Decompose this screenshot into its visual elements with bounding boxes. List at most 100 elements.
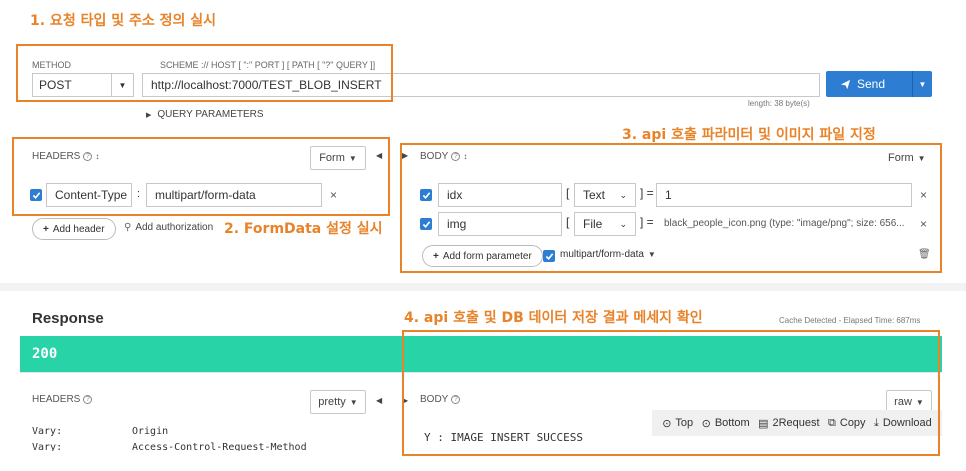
send-button[interactable]: Send ▼ (826, 71, 932, 97)
copy-icon: ⧉ (828, 416, 836, 429)
pretty-label: pretty (318, 396, 346, 408)
colon-separator: : (137, 188, 141, 200)
clipboard-icon: ▤ (758, 417, 769, 430)
collapse-right-icon[interactable]: ▶ (402, 151, 408, 160)
bracket-open: [ (566, 215, 570, 229)
send-options-chevron-icon[interactable]: ▼ (912, 71, 932, 97)
bracket-open: [ (566, 186, 570, 200)
body-row-checkbox[interactable] (420, 189, 432, 201)
header-name-input[interactable]: Content-Type (46, 183, 132, 207)
annotation-1: 1. 요청 타입 및 주소 정의 실시 (30, 13, 216, 29)
method-value: POST (39, 78, 72, 92)
raw-label: raw (894, 396, 912, 408)
headers-form-label: Form (319, 152, 345, 164)
response-body-text: Y : IMAGE INSERT SUCCESS (424, 431, 583, 444)
response-header-name: Vary: (32, 442, 63, 451)
plus-icon: + (433, 250, 439, 262)
annotation-4: 4. api 호출 및 DB 데이터 저장 결과 메세지 확인 (404, 310, 703, 326)
remove-param-icon[interactable]: × (920, 217, 927, 231)
body-param-name-input[interactable]: idx (438, 183, 562, 207)
top-label: Top (675, 417, 694, 429)
top-button[interactable]: ⊙ Top (662, 417, 693, 430)
help-icon[interactable]: ? (83, 395, 93, 404)
body-param-type-value: Text (583, 188, 606, 202)
url-input[interactable]: http://localhost:7000/TEST_BLOB_INSERT (142, 73, 820, 97)
chevron-down-icon: ▼ (647, 250, 656, 259)
url-value: http://localhost:7000/TEST_BLOB_INSERT (151, 78, 382, 92)
collapse-left-icon[interactable]: ◀ (376, 151, 382, 160)
pretty-dropdown[interactable]: pretty ▼ (310, 390, 366, 414)
key-icon: ⚲ (124, 222, 132, 233)
headers-title: HEADERS ? ↕ (32, 151, 99, 162)
file-info-text[interactable]: black_people_icon.png (type: "image/png"… (664, 218, 914, 229)
trash-icon[interactable]: 🗑 (918, 249, 931, 260)
chevron-down-icon: ▼ (915, 397, 924, 407)
chevron-down-icon: ⌄ (619, 218, 627, 229)
add-authorization-label: Add authorization (135, 222, 214, 233)
body-param-value-input[interactable]: 1 (656, 183, 912, 207)
copy-button[interactable]: ⧉ Copy (828, 417, 866, 430)
check-icon (32, 191, 40, 199)
send-icon (840, 79, 851, 89)
headers-title-text: HEADERS (32, 151, 81, 162)
annotation-2: 2. FormData 설정 실시 (224, 221, 383, 237)
header-row-checkbox[interactable] (30, 189, 42, 201)
response-toolbar: ⊙ Top ⊙ Bottom ▤ 2Request ⧉ Copy ⤓ Download (652, 410, 942, 436)
plus-icon: + (43, 223, 49, 235)
download-label: Download (882, 417, 932, 429)
body-title-text: BODY (420, 151, 449, 162)
header-value-input[interactable]: multipart/form-data (146, 183, 322, 207)
encoding-checkbox[interactable] (543, 250, 555, 262)
status-code: 200 (32, 346, 58, 362)
to-request-button[interactable]: ▤ 2Request (758, 417, 820, 430)
chevron-down-icon: ⌄ (619, 189, 627, 200)
bottom-button[interactable]: ⊙ Bottom (702, 417, 750, 430)
length-text: length: 38 byte(s) (748, 99, 810, 108)
cache-text: Cache Detected - Elapsed Time: 687ms (779, 316, 921, 325)
download-button[interactable]: ⤓ Download (874, 417, 932, 430)
bottom-label: Bottom (714, 417, 750, 429)
collapse-right-icon[interactable]: ▶ (402, 396, 408, 405)
chevron-down-icon: ▼ (349, 397, 358, 407)
body-title: BODY ? ↕ (420, 151, 467, 162)
caret-right-icon: ▶ (146, 111, 152, 119)
response-title: Response (32, 310, 104, 327)
chevron-down-icon: ▼ (348, 153, 357, 163)
body-param-name-input[interactable]: img (438, 212, 562, 236)
help-icon[interactable]: ? (451, 395, 461, 404)
help-icon[interactable]: ? (83, 152, 93, 161)
response-body-title: BODY ? (420, 394, 461, 405)
section-divider (0, 283, 966, 291)
header-name-value: Content-Type (55, 188, 128, 202)
sort-icon[interactable]: ↕ (95, 152, 99, 161)
help-icon[interactable]: ? (451, 152, 461, 161)
response-headers-title: HEADERS ? (32, 394, 93, 405)
check-icon (422, 191, 430, 199)
body-form-dropdown[interactable]: Form ▼ (888, 152, 926, 164)
bracket-close-equals: ] = (640, 215, 654, 229)
check-icon (545, 252, 553, 260)
response-header-value: Origin (132, 426, 169, 437)
body-param-name-value: idx (447, 188, 463, 202)
annotation-3: 3. api 호출 파라미터 및 이미지 파일 지정 (622, 127, 876, 143)
header-value-text: multipart/form-data (155, 188, 256, 202)
status-bar: 200 (20, 336, 942, 372)
body-param-value-text: 1 (665, 188, 672, 202)
query-parameters-label: QUERY PARAMETERS (157, 109, 264, 120)
body-param-type-select[interactable]: File ⌄ (574, 212, 636, 236)
add-form-parameter-button[interactable]: + Add form parameter (422, 245, 543, 267)
sort-icon[interactable]: ↕ (463, 152, 467, 161)
remove-param-icon[interactable]: × (920, 188, 927, 202)
encoding-dropdown[interactable]: multipart/form-data ▼ (560, 249, 656, 260)
body-param-type-select[interactable]: Text ⌄ (574, 183, 636, 207)
query-parameters-toggle[interactable]: ▶ QUERY PARAMETERS (146, 109, 264, 120)
add-header-button[interactable]: + Add header (32, 218, 116, 240)
headers-form-dropdown[interactable]: Form ▼ (310, 146, 366, 170)
add-authorization-link[interactable]: ⚲ Add authorization (124, 222, 213, 233)
method-select[interactable]: POST ▼ (32, 73, 134, 97)
remove-header-icon[interactable]: × (330, 188, 337, 202)
collapse-left-icon[interactable]: ◀ (376, 396, 382, 405)
chevron-down-icon[interactable]: ▼ (111, 74, 133, 96)
body-row-checkbox[interactable] (420, 218, 432, 230)
encoding-label: multipart/form-data (560, 249, 644, 260)
